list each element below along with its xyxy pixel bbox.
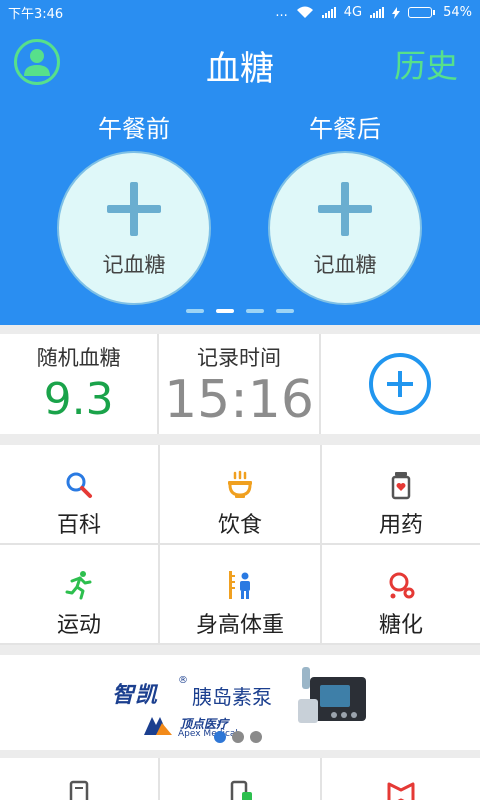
medicine-bottle-icon: [391, 472, 411, 500]
bottom-tile-3[interactable]: [322, 758, 480, 800]
registered-mark: ®: [178, 675, 188, 686]
add-reading-button[interactable]: [320, 334, 480, 434]
bottom-tile-2[interactable]: [160, 758, 320, 800]
device-icon: [230, 780, 252, 800]
wifi-icon: [296, 6, 313, 18]
calculator-icon: [69, 780, 89, 800]
record-glucose-after-lunch-button[interactable]: 记血糖: [268, 151, 422, 305]
molecule-icon: [389, 572, 415, 599]
reading-value: 9.3: [43, 374, 114, 425]
feature-label: 百科: [56, 513, 101, 538]
battery-icon: [408, 7, 436, 18]
reading-value-cell: 随机血糖 9.3: [0, 334, 158, 434]
plus-icon: [107, 182, 161, 236]
feature-label: 身高体重: [195, 613, 284, 638]
status-icons: ... 4G 54%: [275, 5, 472, 20]
running-icon: [65, 571, 92, 600]
reading-time-cell: 记录时间 15:16: [159, 334, 319, 434]
banner-brand: 智凯: [112, 683, 159, 708]
record-glucose-label: 记血糖: [313, 253, 377, 277]
book-icon: [387, 782, 415, 800]
feature-hba1c[interactable]: 糖化: [322, 545, 480, 643]
plus-icon: [318, 182, 372, 236]
feature-height-weight[interactable]: 身高体重: [160, 545, 320, 643]
record-time-value: 15:16: [164, 370, 314, 430]
feature-encyclopedia[interactable]: 百科: [0, 445, 158, 543]
add-circle-icon: [369, 353, 432, 415]
carousel-indicator: [0, 309, 480, 313]
signal-bars-icon: [321, 7, 336, 18]
height-weight-icon: [229, 571, 250, 599]
banner-product: 胰岛素泵: [192, 685, 272, 709]
feature-label: 运动: [56, 613, 101, 638]
record-glucose-before-lunch-button[interactable]: 记血糖: [57, 151, 211, 305]
reading-type-label: 随机血糖: [36, 346, 121, 370]
carousel-dot: [186, 309, 204, 313]
insulin-pump-image: [298, 667, 366, 723]
carousel-dot: [246, 309, 264, 313]
bowl-icon: [228, 470, 252, 498]
feature-grid: 百科 饮食 用药 运动 身高体重 糖化: [0, 445, 480, 645]
apex-logo-icon: [144, 717, 172, 735]
charging-icon: [392, 6, 401, 19]
feature-diet[interactable]: 饮食: [160, 445, 320, 543]
bottom-feature-row: [0, 758, 480, 800]
feature-label: 用药: [378, 513, 423, 538]
search-icon: [66, 472, 92, 498]
carousel-dot: [216, 309, 234, 313]
glucose-header: 血糖 历史 午餐前 记血糖 午餐后 记血糖: [0, 25, 480, 325]
ad-banner[interactable]: 智凯 ® 胰岛素泵 顶点医疗 Apex Medical: [0, 655, 480, 750]
bottom-tile-1[interactable]: [0, 758, 158, 800]
banner-dot: [232, 731, 244, 743]
feature-medication[interactable]: 用药: [322, 445, 480, 543]
battery-percent: 54%: [443, 5, 472, 20]
record-time-label: 记录时间: [197, 346, 281, 370]
banner-indicator: [214, 731, 262, 743]
record-glucose-label: 记血糖: [102, 253, 166, 277]
notification-dots: ...: [275, 5, 288, 20]
banner-dot: [214, 731, 226, 743]
status-bar: 下午3:46 ... 4G 54%: [0, 0, 480, 25]
signal-bars-icon-2: [370, 7, 385, 18]
feature-label: 饮食: [217, 513, 262, 538]
banner-dot: [250, 731, 262, 743]
status-time: 下午3:46: [8, 7, 64, 22]
latest-reading-card: 随机血糖 9.3 记录时间 15:16: [0, 334, 480, 434]
carousel-dot: [276, 309, 294, 313]
network-type: 4G: [343, 5, 363, 20]
meal-label-before-lunch: 午餐前: [98, 115, 170, 143]
feature-label: 糖化: [378, 613, 423, 638]
history-button[interactable]: 历史: [394, 41, 458, 87]
meal-label-after-lunch: 午餐后: [309, 115, 381, 143]
feature-exercise[interactable]: 运动: [0, 545, 158, 643]
